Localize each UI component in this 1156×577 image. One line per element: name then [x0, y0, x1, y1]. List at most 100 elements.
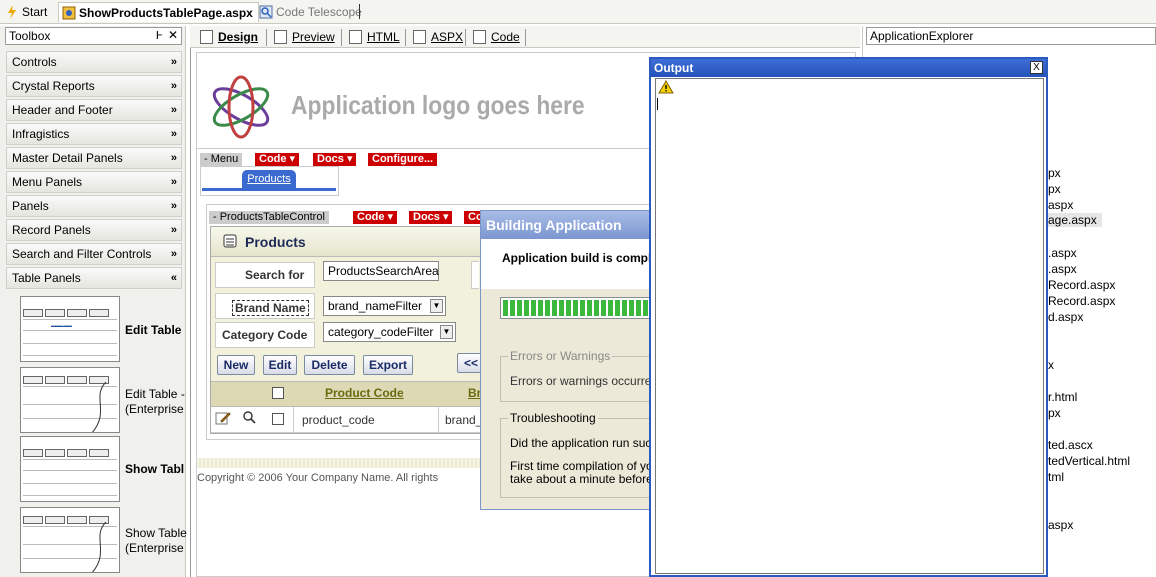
explorer-file-item[interactable]: r.html [1048, 390, 1077, 404]
chevron-down-icon: » [170, 152, 177, 164]
toolbox-item-edit-table[interactable]: Edit Table [125, 323, 181, 338]
row-checkbox[interactable] [272, 413, 284, 425]
dialog-title: Building Application [481, 211, 651, 239]
search-for-label: Search for [245, 268, 305, 282]
toolbox-title: Toolbox [9, 29, 51, 43]
explorer-file-item[interactable]: tml [1048, 470, 1064, 484]
tab-start[interactable]: Start [2, 2, 47, 22]
explorer-file-item[interactable]: Record.aspx [1048, 278, 1115, 292]
troubleshooting-group-title: Troubleshooting [508, 411, 598, 425]
tab-preview[interactable]: Preview [272, 29, 335, 46]
control-label[interactable]: - ProductsTableControl [209, 211, 329, 224]
chevron-down-icon: » [170, 200, 177, 212]
tab-label: Code [491, 30, 520, 44]
toolbox-category-header-footer[interactable]: Header and Footer » [6, 99, 182, 121]
toolbox-category-table-panels[interactable]: Table Panels « [6, 267, 182, 289]
control-menu-code[interactable]: Code ▾ [353, 211, 398, 224]
menu-docs[interactable]: Docs ▾ [313, 153, 357, 166]
show-table-enterprise-thumbnail[interactable] [20, 507, 120, 573]
close-icon[interactable]: ✕ [168, 28, 178, 42]
dropdown-arrow-icon: ▼ [430, 299, 443, 313]
chevron-down-icon: » [170, 176, 177, 188]
menu-label[interactable]: - Menu [200, 153, 243, 166]
explorer-file-item[interactable]: px [1048, 166, 1061, 180]
toolbox-category-crystal-reports[interactable]: Crystal Reports » [6, 75, 182, 97]
brand-filter-value: brand_nameFilter [328, 299, 423, 313]
code-view-icon [473, 30, 486, 44]
explorer-file-item[interactable]: .aspx [1048, 262, 1077, 276]
tab-code[interactable]: Code [471, 29, 520, 46]
text-caret [657, 98, 658, 110]
edit-table-enterprise-thumbnail[interactable] [20, 367, 120, 433]
explorer-file-item[interactable]: ted.ascx [1048, 438, 1093, 452]
aspx-view-icon [413, 30, 426, 44]
edit-table-thumbnail[interactable]: ____ ___ [20, 296, 120, 362]
toolbox-item-edit-table-enterprise[interactable]: Edit Table - (Enterprise [125, 387, 185, 417]
explorer-file-item[interactable]: tedVertical.html [1048, 454, 1130, 468]
telescope-icon [259, 5, 273, 19]
brand-name-label: Brand Name [232, 300, 309, 316]
lightning-icon [8, 5, 16, 19]
item-label-line2: (Enterprise [125, 541, 184, 555]
column-header-product-code[interactable]: Product Code [325, 386, 404, 400]
tab-design[interactable]: Design [198, 29, 258, 46]
menu-configure[interactable]: Configure... [368, 153, 438, 166]
troubleshooting-question: Did the application run succ [510, 436, 658, 450]
toolbox-category-search-filter[interactable]: Search and Filter Controls » [6, 243, 182, 265]
close-icon[interactable]: X [1030, 61, 1043, 74]
tab-show-products-table-page[interactable]: ShowProductsTablePage.aspx [58, 2, 259, 22]
delete-button[interactable]: Delete [304, 355, 355, 375]
toolbox-category-record-panels[interactable]: Record Panels » [6, 219, 182, 241]
tab-aspx[interactable]: ASPX [411, 29, 463, 46]
copyright-text: Copyright © 2006 Your Company Name. All … [197, 472, 439, 484]
category-label: Menu Panels [12, 175, 83, 189]
toolbox-category-menu-panels[interactable]: Menu Panels » [6, 171, 182, 193]
explorer-file-item[interactable]: aspx [1048, 518, 1073, 532]
pin-icon[interactable]: Ͱ [156, 29, 163, 42]
explorer-file-item[interactable]: x [1048, 358, 1054, 372]
toolbox-category-controls[interactable]: Controls » [6, 51, 182, 73]
troubleshooting-line1: First time compilation of you [510, 459, 660, 473]
brand-name-filter[interactable]: brand_nameFilter ▼ [323, 296, 446, 316]
toolbox-category-infragistics[interactable]: Infragistics » [6, 123, 182, 145]
explorer-file-item[interactable]: aspx [1048, 198, 1073, 212]
cell-brand: brand_ [445, 413, 483, 427]
toolbox-item-show-table[interactable]: Show Tabl [125, 462, 184, 477]
control-menu-docs[interactable]: Docs ▾ [409, 211, 453, 224]
cell-divider [438, 407, 439, 433]
show-table-thumbnail[interactable] [20, 436, 120, 502]
tab-separator [341, 29, 342, 46]
explorer-file-item[interactable]: Record.aspx [1048, 294, 1115, 308]
edit-button[interactable]: Edit [263, 355, 297, 375]
tab-code-telescope[interactable]: Code Telescope [256, 2, 362, 22]
explorer-file-item-selected[interactable]: age.aspx [1048, 213, 1102, 227]
toolbox-category-panels[interactable]: Panels » [6, 195, 182, 217]
panel-title: Products [245, 234, 306, 250]
explorer-file-item[interactable]: d.aspx [1048, 310, 1083, 324]
toolbox-item-show-table-enterprise[interactable]: Show Table (Enterprise [125, 526, 187, 556]
item-label-line2: (Enterprise [125, 402, 184, 416]
products-search-area[interactable]: ProductsSearchArea [323, 261, 439, 281]
item-label-line1: Edit Table - [125, 387, 185, 401]
toolbox-header: Toolbox Ͱ ✕ [5, 27, 182, 45]
category-label: Infragistics [12, 127, 70, 141]
export-button[interactable]: Export [363, 355, 413, 375]
toolbox-category-master-detail[interactable]: Master Detail Panels » [6, 147, 182, 169]
category-code-filter[interactable]: category_codeFilter ▼ [323, 322, 456, 342]
tab-html[interactable]: HTML [347, 29, 400, 46]
view-record-icon[interactable] [242, 410, 256, 424]
tab-telescope-label: Code Telescope [276, 5, 362, 19]
explorer-file-item[interactable]: px [1048, 406, 1061, 420]
category-filter-value: category_codeFilter [328, 325, 434, 339]
explorer-file-item[interactable]: px [1048, 182, 1061, 196]
explorer-file-item[interactable]: .aspx [1048, 246, 1077, 260]
menu-code[interactable]: Code ▾ [255, 153, 300, 166]
output-text-area[interactable] [655, 78, 1044, 574]
edit-record-icon[interactable] [215, 410, 231, 426]
tab-separator [405, 29, 406, 46]
select-all-checkbox[interactable] [272, 387, 284, 399]
menu-item-products[interactable]: Products [242, 170, 296, 188]
search-go-cell [471, 261, 479, 289]
new-button[interactable]: New [217, 355, 255, 375]
tab-label: Design [218, 30, 259, 44]
